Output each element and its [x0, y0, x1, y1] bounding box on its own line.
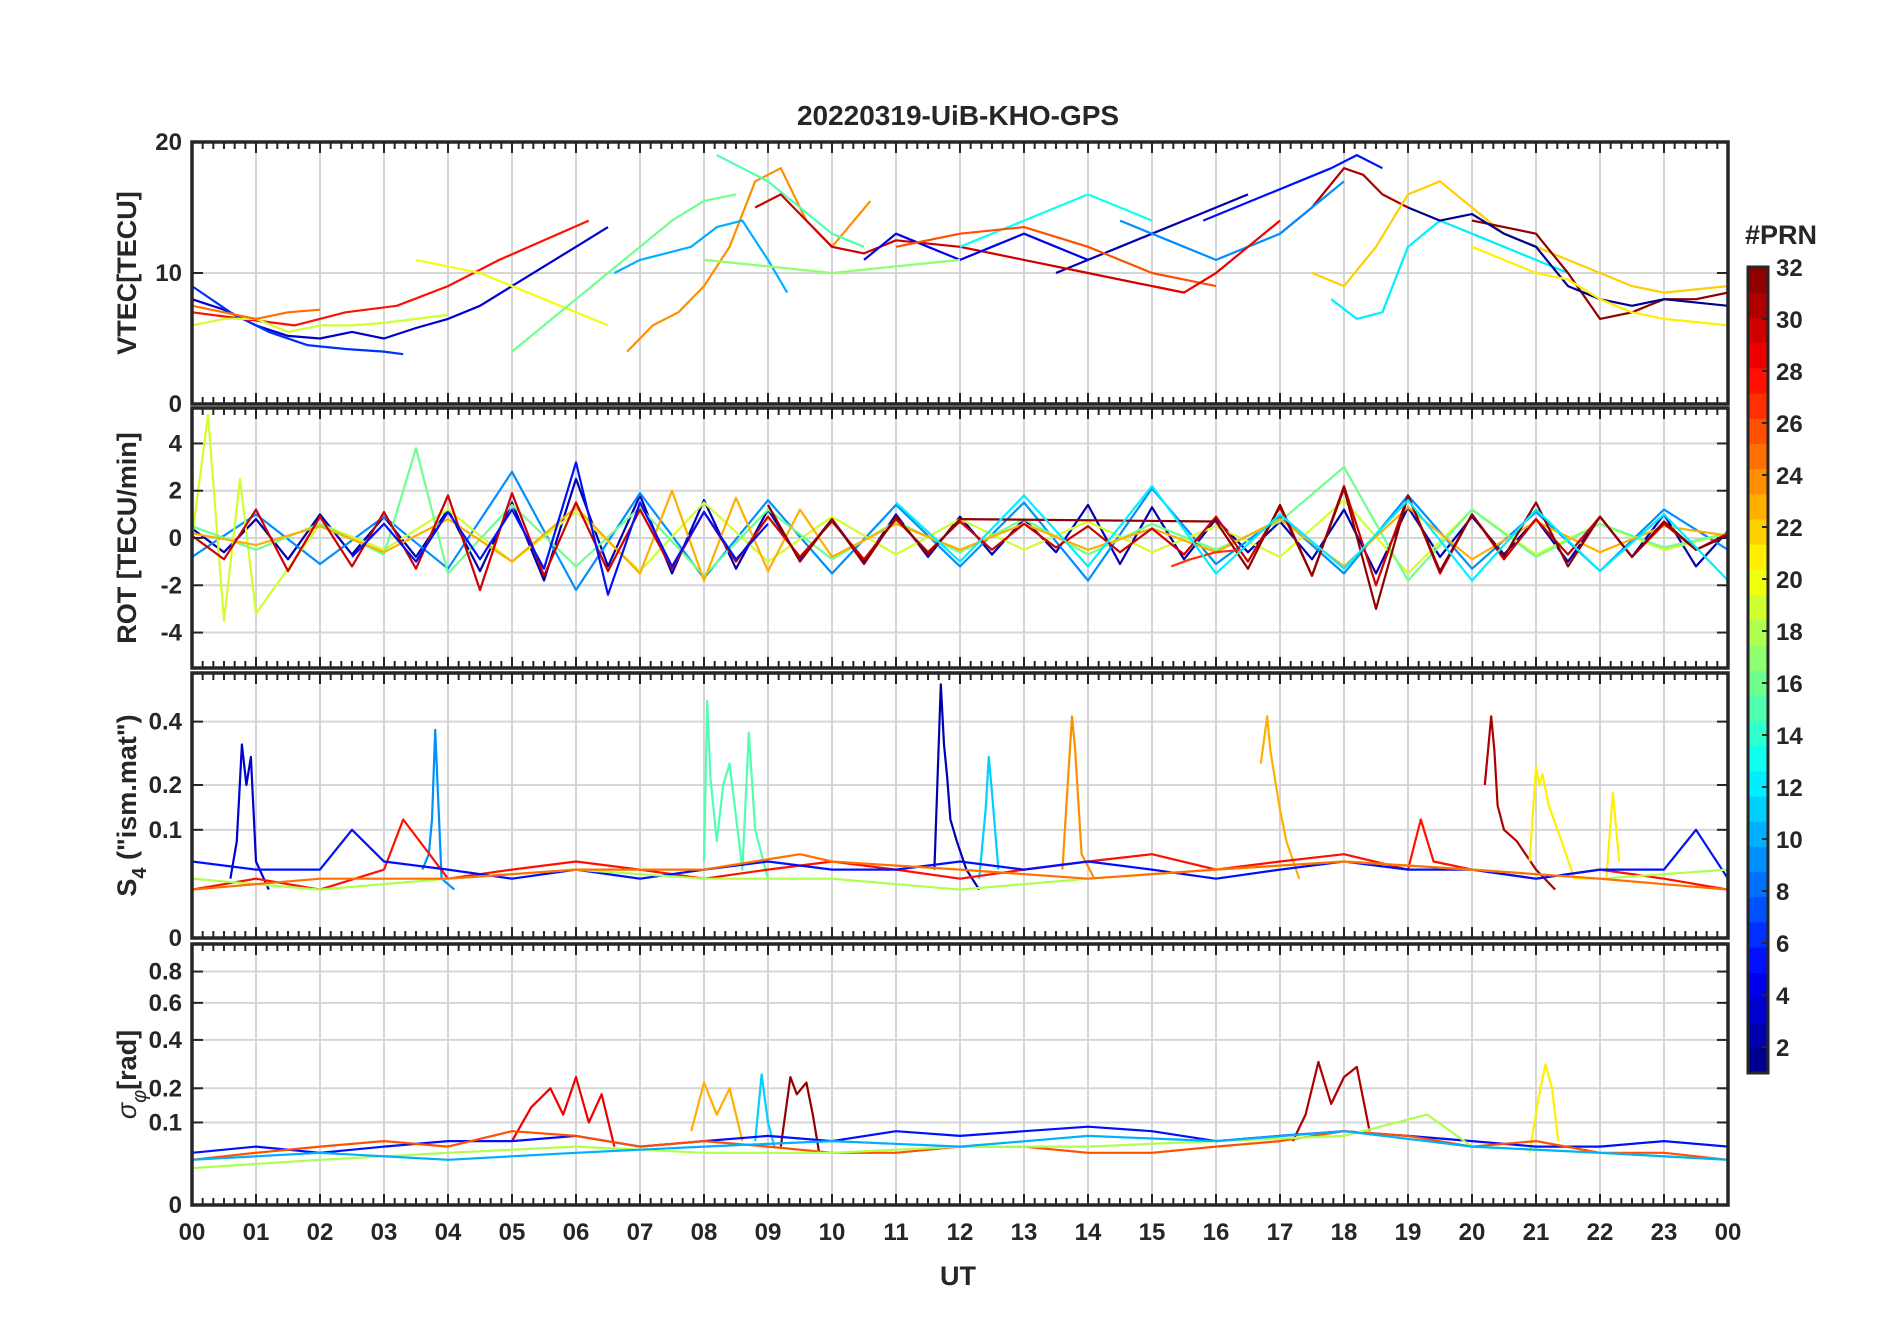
- colorbar-tick-label: 26: [1776, 411, 1803, 438]
- x-tick-label: 13: [1011, 1219, 1038, 1246]
- x-tick-label: 16: [1203, 1219, 1230, 1246]
- colorbar-segment: [1748, 821, 1768, 847]
- sigma-phi-y-tick-label: 0: [169, 1192, 182, 1219]
- x-tick-label: 01: [243, 1219, 270, 1246]
- s4-y-axis-label-main: S: [112, 879, 142, 897]
- x-tick-label: 12: [947, 1219, 974, 1246]
- colorbar-tick-label: 28: [1776, 359, 1803, 386]
- vtec-y-tick-label: 20: [155, 129, 182, 156]
- colorbar-segment: [1748, 443, 1768, 470]
- colorbar-segment: [1748, 1022, 1768, 1049]
- s4-y-tick-label: 0.2: [149, 772, 182, 799]
- colorbar-segment: [1748, 317, 1768, 344]
- x-tick-label: 19: [1395, 1219, 1422, 1246]
- sigma-phi-y-axis-label-rest: [rad]: [112, 1030, 142, 1090]
- x-tick-label: 17: [1267, 1219, 1294, 1246]
- x-tick-label: 15: [1139, 1219, 1166, 1246]
- sigma-phi-y-tick-label: 0.2: [149, 1075, 182, 1102]
- colorbar-segment: [1748, 569, 1768, 596]
- colorbar-tick-label: 14: [1776, 723, 1803, 750]
- sigma-phi-y-axis-label-sub: φ: [129, 1090, 151, 1103]
- colorbar-tick-label: 20: [1776, 567, 1803, 594]
- x-tick-label: 22: [1587, 1219, 1614, 1246]
- x-tick-label: 06: [563, 1219, 590, 1246]
- s4-y-tick-label: 0: [169, 925, 182, 952]
- colorbar-tick-label: 2: [1776, 1035, 1789, 1062]
- s4-y-axis-label-rest: ("ism.mat"): [112, 714, 142, 867]
- colorbar-tick-label: 30: [1776, 307, 1803, 334]
- colorbar-title: #PRN: [1745, 220, 1817, 250]
- colorbar-segment: [1748, 392, 1768, 419]
- vtec-y-tick-label: 10: [155, 260, 182, 287]
- colorbar-segment: [1748, 267, 1768, 293]
- colorbar-tick-label: 12: [1776, 775, 1803, 802]
- rot-y-axis-label: ROT [TECU/min]: [112, 432, 142, 643]
- x-tick-label: 14: [1075, 1219, 1102, 1246]
- sigma-phi-y-tick-label: 0.6: [149, 990, 182, 1017]
- colorbar-tick-label: 32: [1776, 255, 1803, 282]
- s4-y-tick-label: 0.1: [149, 817, 182, 844]
- colorbar-tick-label: 4: [1776, 983, 1790, 1010]
- sigma-phi-y-tick-label: 0.8: [149, 959, 182, 986]
- colorbar-tick-label: 8: [1776, 879, 1789, 906]
- colorbar-segment: [1748, 644, 1768, 671]
- colorbar-tick-label: 18: [1776, 619, 1803, 646]
- x-tick-label: 03: [371, 1219, 398, 1246]
- x-tick-label: 11: [883, 1219, 908, 1246]
- figure-title: 20220319-UiB-KHO-GPS: [797, 100, 1119, 131]
- figure-background: [0, 0, 1902, 1330]
- x-tick-label: 20: [1459, 1219, 1486, 1246]
- rot-y-tick-label: 4: [169, 430, 183, 457]
- sigma-phi-y-axis-label-main: σ: [112, 1101, 142, 1119]
- colorbar-segment: [1748, 720, 1768, 747]
- colorbar-segment: [1748, 795, 1768, 822]
- x-tick-label: 21: [1523, 1219, 1550, 1246]
- colorbar-segment: [1748, 846, 1768, 873]
- x-tick-label: 00: [1715, 1219, 1742, 1246]
- colorbar-tick-label: 22: [1776, 515, 1803, 542]
- colorbar-segment: [1748, 342, 1768, 369]
- x-tick-label: 10: [819, 1219, 846, 1246]
- colorbar-segment: [1748, 695, 1768, 721]
- x-tick-label: 08: [691, 1219, 718, 1246]
- rot-y-tick-label: 2: [169, 478, 182, 505]
- x-axis-label: UT: [940, 1261, 976, 1291]
- x-tick-label: 04: [435, 1219, 462, 1246]
- colorbar-tick-label: 24: [1776, 463, 1803, 490]
- colorbar-segment: [1748, 997, 1768, 1024]
- colorbar-segment: [1748, 619, 1768, 646]
- colorbar-segment: [1748, 292, 1768, 318]
- sigma-phi-y-tick-label: 0.4: [149, 1027, 183, 1054]
- x-tick-label: 02: [307, 1219, 334, 1246]
- colorbar-segment: [1748, 594, 1768, 621]
- colorbar-tick-label: 16: [1776, 671, 1803, 698]
- x-tick-label: 07: [627, 1219, 654, 1246]
- s4-y-tick-label: 0.4: [149, 709, 183, 736]
- colorbar-segment: [1748, 896, 1768, 923]
- colorbar-segment: [1748, 493, 1768, 520]
- x-tick-label: 00: [179, 1219, 206, 1246]
- colorbar-segment: [1748, 871, 1768, 898]
- x-tick-label: 09: [755, 1219, 782, 1246]
- colorbar-segment: [1748, 947, 1768, 973]
- colorbar-segment: [1748, 418, 1768, 444]
- colorbar-segment: [1748, 770, 1768, 797]
- rot-y-tick-label: -2: [161, 572, 182, 599]
- x-tick-label: 05: [499, 1219, 526, 1246]
- colorbar-segment: [1748, 1047, 1768, 1074]
- colorbar-tick-label: 10: [1776, 827, 1803, 854]
- colorbar-segment: [1748, 544, 1768, 570]
- rot-y-tick-label: -4: [161, 620, 183, 647]
- sigma-phi-y-tick-label: 0.1: [149, 1109, 182, 1136]
- gnss-scintillation-figure: 20220319-UiB-KHO-GPS 01020VTEC[TECU] -4-…: [0, 0, 1902, 1330]
- colorbar-segment: [1748, 468, 1768, 495]
- vtec-y-tick-label: 0: [169, 391, 182, 418]
- vtec-y-axis-label: VTEC[TECU]: [112, 191, 142, 355]
- rot-y-tick-label: 0: [169, 525, 182, 552]
- colorbar-segment: [1748, 518, 1768, 545]
- x-tick-label: 18: [1331, 1219, 1358, 1246]
- x-tick-label: 23: [1651, 1219, 1678, 1246]
- colorbar-tick-label: 6: [1776, 931, 1789, 958]
- colorbar-segment: [1748, 745, 1768, 772]
